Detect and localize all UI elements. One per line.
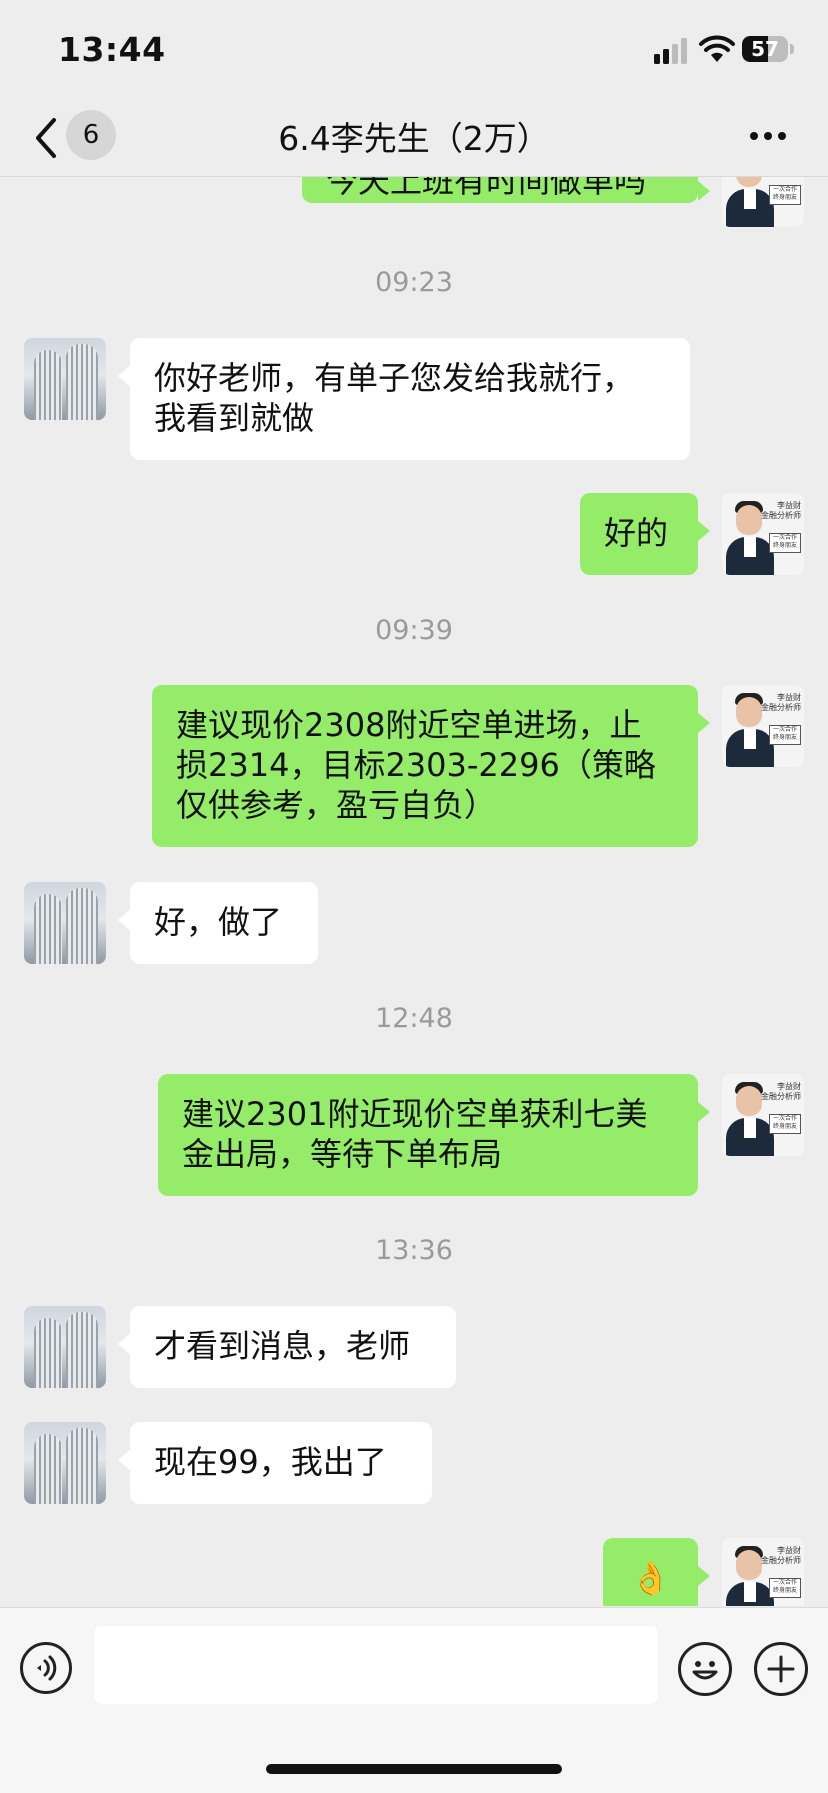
ok-hand-emoji: 👌 [630,1559,671,1597]
my-avatar[interactable]: 李益财金融分析师 一次合作 终身朋友 [722,685,804,767]
avatar-slogan: 一次合作 终身朋友 [769,533,801,553]
battery-level-text: 57 [751,37,779,61]
message-bubble-outgoing[interactable]: 👌 [603,1538,710,1606]
message-bubble-outgoing[interactable]: 建议2301附近现价空单获利七美 金出局，等待下单布局 [158,1074,710,1196]
message-text: 好的 [604,514,669,552]
message-bubble-incoming[interactable]: 你好老师，有单子您发给我就行， 我看到就做 [118,338,690,460]
status-time: 13:44 [58,30,166,69]
avatar-slogan: 一次合作 终身朋友 [769,185,801,205]
message-text: 好，做了 [154,903,283,941]
contact-avatar[interactable] [24,1306,106,1388]
my-avatar[interactable]: 李益财金融分析师 一次合作 终身朋友 [722,177,804,227]
message-text: 你好老师，有单子您发给我就行， 我看到就做 [154,359,635,437]
my-avatar[interactable]: 李益财金融分析师 一次合作 终身朋友 [722,493,804,575]
voice-button[interactable] [20,1642,72,1694]
message-bubble-outgoing[interactable]: 建议现价2308附近空单进场，止 损2314，目标2303-2296（策略 仅供… [152,685,710,847]
avatar-name-tag: 李益财 [777,693,801,702]
emoji-button[interactable] [678,1642,732,1696]
timestamp: 12:48 [375,1003,453,1034]
more-button[interactable] [748,130,788,142]
message-bubble-incoming[interactable]: 才看到消息，老师 [118,1306,456,1388]
message-text: 建议现价2308附近空单进场，止 损2314，目标2303-2296（策略 仅供… [176,706,656,824]
back-button[interactable] [28,114,64,162]
avatar-title-tag: 金融分析师 [761,511,801,520]
unread-count-badge[interactable]: 6 [66,110,116,160]
avatar-slogan: 一次合作 终身朋友 [769,1114,801,1134]
contact-avatar[interactable] [24,882,106,964]
chat-title: 6.4李先生（2万） [278,119,550,158]
chat-header: 6 6.4李先生（2万） [0,100,828,177]
my-avatar[interactable]: 李益财金融分析师 一次合作 终身朋友 [722,1538,804,1606]
chat-message-list[interactable]: 今天上班有时间做单吗 李益财金融分析师 一次合作 终身朋友 09:23 你好老师… [0,177,828,1606]
message-text: 今天上班有时间做单吗 [326,177,647,200]
chevron-left-icon [36,118,56,158]
my-avatar[interactable]: 李益财金融分析师 一次合作 终身朋友 [722,1074,804,1156]
message-text: 建议2301附近现价空单获利七美 金出局，等待下单布局 [182,1095,648,1173]
home-indicator [266,1764,562,1774]
timestamp: 13:36 [375,1235,453,1266]
avatar-slogan: 一次合作 终身朋友 [769,725,801,745]
contact-avatar[interactable] [24,338,106,420]
more-dots-icon [750,132,786,140]
avatar-name-tag: 李益财 [777,1546,801,1555]
wifi-icon [698,34,736,64]
contact-avatar[interactable] [24,1422,106,1504]
emoji-icon [692,1661,718,1680]
status-bar: 13:44 57 [0,0,828,100]
avatar-name-tag: 李益财 [777,501,801,510]
avatar-title-tag: 金融分析师 [761,703,801,712]
message-text: 才看到消息，老师 [154,1327,411,1365]
timestamp: 09:39 [375,615,453,646]
timestamp: 09:23 [375,267,453,298]
cellular-signal-icon [654,38,690,64]
battery-icon: 57 [742,36,796,62]
avatar-title-tag: 金融分析师 [761,1092,801,1101]
voice-icon [37,1655,57,1681]
message-bubble-outgoing[interactable]: 今天上班有时间做单吗 [302,177,710,203]
plus-circle-icon [767,1655,795,1683]
message-bubble-incoming[interactable]: 好，做了 [118,882,318,964]
message-text-input[interactable] [94,1626,658,1704]
more-functions-button[interactable] [754,1642,808,1696]
avatar-name-tag: 李益财 [777,1082,801,1091]
avatar-slogan: 一次合作 终身朋友 [769,1578,801,1598]
message-text: 现在99，我出了 [154,1443,387,1481]
message-bubble-outgoing[interactable]: 好的 [580,493,710,575]
message-bubble-incoming[interactable]: 现在99，我出了 [118,1422,432,1504]
avatar-title-tag: 金融分析师 [761,1556,801,1565]
